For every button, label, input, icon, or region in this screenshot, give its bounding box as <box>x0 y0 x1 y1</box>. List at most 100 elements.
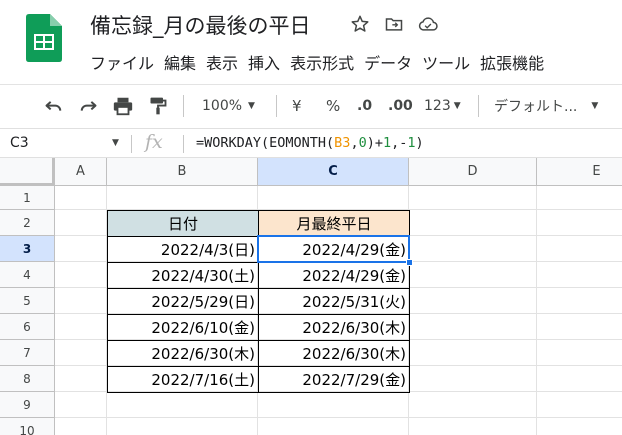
menu-tools[interactable]: ツール <box>417 50 475 74</box>
grid-cell-a2[interactable] <box>55 210 107 236</box>
grid-cell-c1[interactable] <box>258 186 409 210</box>
row-header-10[interactable]: 10 <box>0 418 55 435</box>
font-family-select[interactable]: デフォルト... ▼ <box>494 85 598 127</box>
grid-cell-a1[interactable] <box>55 186 107 210</box>
column-header-d[interactable]: D <box>409 158 537 186</box>
decrease-decimal-button[interactable]: .0 <box>357 85 372 127</box>
currency-format-button[interactable]: ¥ <box>292 85 302 127</box>
column-header-b[interactable]: B <box>107 158 258 186</box>
row-header-7[interactable]: 7 <box>0 340 55 366</box>
table-cell-c4[interactable]: 2022/4/29(金) <box>258 262 410 289</box>
move-to-folder-icon[interactable] <box>382 12 406 36</box>
print-icon[interactable] <box>112 85 134 127</box>
undo-icon[interactable] <box>44 85 64 127</box>
table-cell-c3[interactable]: 2022/4/29(金) <box>258 236 410 263</box>
row-header-5[interactable]: 5 <box>0 288 55 314</box>
grid-cell-d6[interactable] <box>409 314 537 340</box>
column-header-e[interactable]: E <box>537 158 622 186</box>
fill-handle[interactable] <box>406 259 413 266</box>
select-all-corner[interactable] <box>0 158 55 186</box>
chevron-down-icon[interactable]: ▼ <box>112 138 119 148</box>
decrease-decimal-label: .0 <box>357 98 373 114</box>
row-header-4[interactable]: 4 <box>0 262 55 288</box>
grid-cell-d5[interactable] <box>409 288 537 314</box>
row-header-2[interactable]: 2 <box>0 210 55 236</box>
grid-cell-d1[interactable] <box>409 186 537 210</box>
grid-cell-e4[interactable] <box>537 262 622 288</box>
grid-cell-a9[interactable] <box>55 392 107 418</box>
grid-cell-e8[interactable] <box>537 366 622 392</box>
menu-data[interactable]: データ <box>359 50 417 74</box>
title-bar: 備忘録_月の最後の平日 ファイル 編集 表示 挿入 表示形式 データ ツール 拡… <box>0 0 622 84</box>
menu-view[interactable]: 表示 <box>201 50 243 74</box>
grid-cell-d4[interactable] <box>409 262 537 288</box>
menu-extensions[interactable]: 拡張機能 <box>475 50 549 74</box>
cloud-saved-icon[interactable] <box>416 12 440 36</box>
table-cell-b7[interactable]: 2022/6/30(木) <box>107 340 259 367</box>
grid-cell-d10[interactable] <box>409 418 537 435</box>
grid-cell-a8[interactable] <box>55 366 107 392</box>
grid-cell-c10[interactable] <box>258 418 409 435</box>
menu-file[interactable]: ファイル <box>88 50 159 74</box>
menu-edit[interactable]: 編集 <box>159 50 201 74</box>
grid-cell-e5[interactable] <box>537 288 622 314</box>
table-header-month-last-weekday[interactable]: 月最終平日 <box>258 210 410 237</box>
table-cell-c8[interactable]: 2022/7/29(金) <box>258 366 410 393</box>
increase-decimal-button[interactable]: .00 <box>388 85 413 127</box>
menu-insert[interactable]: 挿入 <box>243 50 285 74</box>
redo-icon[interactable] <box>78 85 98 127</box>
grid-cell-a5[interactable] <box>55 288 107 314</box>
grid-cell-d9[interactable] <box>409 392 537 418</box>
formula-bar-divider <box>131 135 132 153</box>
menu-format[interactable]: 表示形式 <box>285 50 359 74</box>
row-header-6[interactable]: 6 <box>0 314 55 340</box>
grid-cell-a3[interactable] <box>55 236 107 262</box>
zoom-select[interactable]: 100% ▼ <box>202 85 255 127</box>
formula-input[interactable]: =WORKDAY(EOMONTH(B3,0)+1,-1) <box>196 135 424 151</box>
row-header-8[interactable]: 8 <box>0 366 55 392</box>
row-header-3[interactable]: 3 <box>0 236 55 262</box>
table-cell-c6[interactable]: 2022/6/30(木) <box>258 314 410 341</box>
google-sheets-icon[interactable] <box>26 14 62 62</box>
star-icon[interactable] <box>348 12 372 36</box>
grid-cell-e3[interactable] <box>537 236 622 262</box>
table-cell-b3[interactable]: 2022/4/3(日) <box>107 236 259 263</box>
document-title[interactable]: 備忘録_月の最後の平日 <box>90 10 311 40</box>
table-cell-b8[interactable]: 2022/7/16(土) <box>107 366 259 393</box>
grid-cell-c9[interactable] <box>258 392 409 418</box>
grid-cell-a7[interactable] <box>55 340 107 366</box>
percent-format-button[interactable]: % <box>326 85 340 127</box>
chevron-down-icon: ▼ <box>453 101 461 111</box>
table-cell-c7[interactable]: 2022/6/30(木) <box>258 340 410 367</box>
row-header-1[interactable]: 1 <box>0 186 55 210</box>
table-cell-c5[interactable]: 2022/5/31(火) <box>258 288 410 315</box>
grid-cell-a10[interactable] <box>55 418 107 435</box>
table-cell-b5[interactable]: 2022/5/29(日) <box>107 288 259 315</box>
grid-cell-a6[interactable] <box>55 314 107 340</box>
grid-cell-e6[interactable] <box>537 314 622 340</box>
more-formats-select[interactable]: 123 ▼ <box>424 85 461 127</box>
grid-cell-b10[interactable] <box>107 418 258 435</box>
grid-cell-e1[interactable] <box>537 186 622 210</box>
table-cell-b4[interactable]: 2022/4/30(土) <box>107 262 259 289</box>
grid-cell-b9[interactable] <box>107 392 258 418</box>
grid-cell-d2[interactable] <box>409 210 537 236</box>
grid-cell-e7[interactable] <box>537 340 622 366</box>
column-header-c[interactable]: C <box>258 158 409 186</box>
table-cell-b6[interactable]: 2022/6/10(金) <box>107 314 259 341</box>
grid-cell-b1[interactable] <box>107 186 258 210</box>
grid-cell-d3[interactable] <box>409 236 537 262</box>
table-header-date[interactable]: 日付 <box>107 210 259 237</box>
paint-format-icon[interactable] <box>148 85 168 127</box>
spreadsheet-grid: A B C D E 1 2 3 4 5 6 7 8 9 10 日付 月最終平日 … <box>0 158 622 435</box>
grid-cell-d8[interactable] <box>409 366 537 392</box>
column-header-a[interactable]: A <box>55 158 107 186</box>
grid-cell-d7[interactable] <box>409 340 537 366</box>
name-box[interactable]: C3 <box>10 135 29 151</box>
fx-icon: fx <box>145 131 163 153</box>
grid-cell-e2[interactable] <box>537 210 622 236</box>
grid-cell-a4[interactable] <box>55 262 107 288</box>
grid-cell-e9[interactable] <box>537 392 622 418</box>
row-header-9[interactable]: 9 <box>0 392 55 418</box>
grid-cell-e10[interactable] <box>537 418 622 435</box>
